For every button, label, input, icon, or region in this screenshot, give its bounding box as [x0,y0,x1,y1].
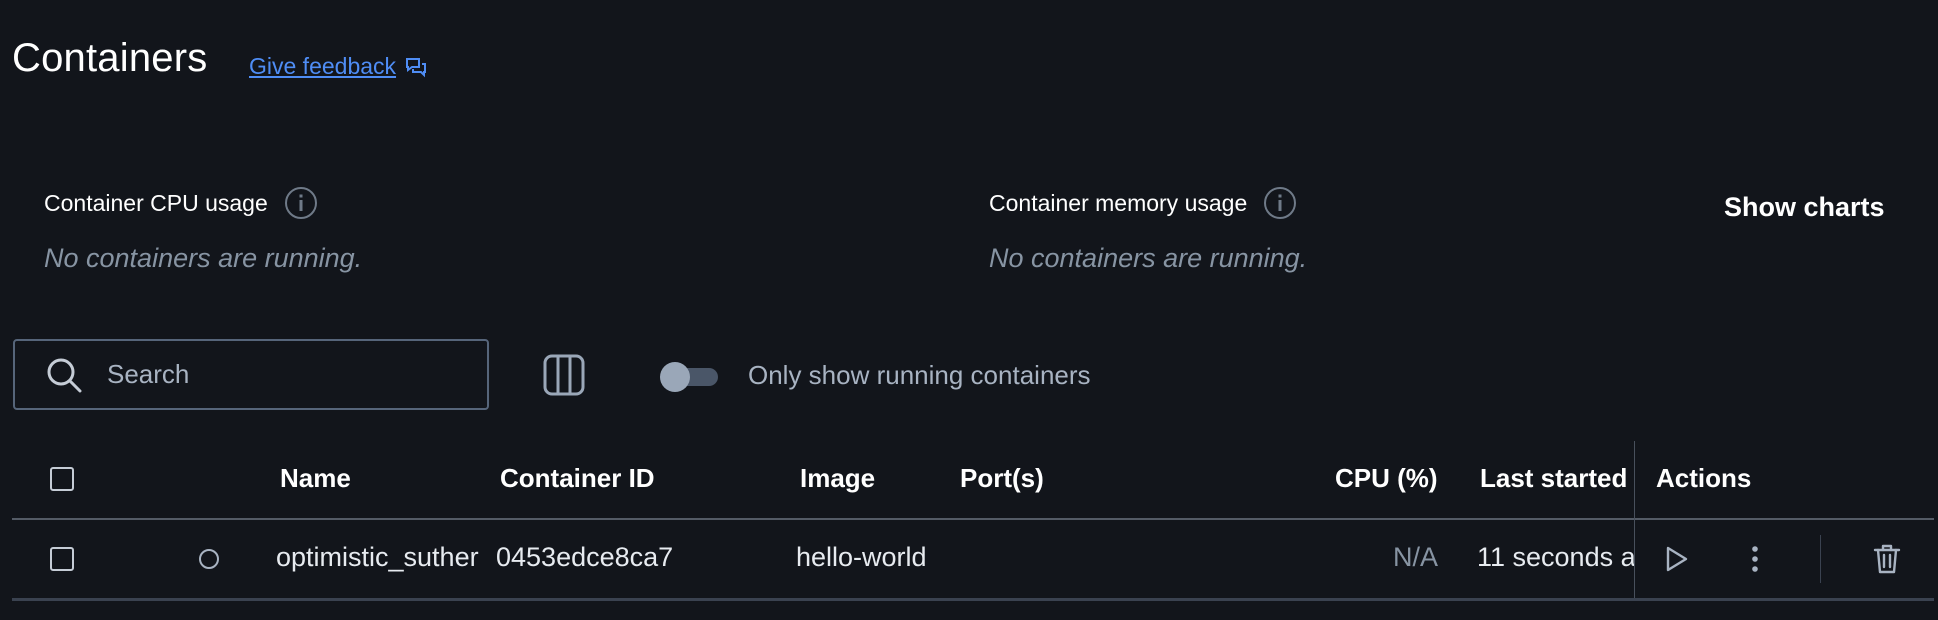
memory-usage-message: No containers are running. [989,243,1308,273]
cpu-usage-label: Container CPU usage [44,189,268,216]
cpu-usage-message: No containers are running. [44,243,363,273]
memory-usage-label: Container memory usage [989,189,1248,216]
column-header-ports[interactable]: Port(s) [960,463,1044,494]
cpu-cell: N/A [1393,542,1439,572]
give-feedback-link[interactable]: Give feedback [249,53,428,80]
chat-bubbles-icon[interactable] [404,55,428,79]
cpu-usage-heading: Container CPU usage [44,186,318,220]
container-name-link[interactable]: optimistic_sutherland [276,542,480,573]
info-icon[interactable] [284,186,318,220]
column-header-cpu[interactable]: CPU (%) [1335,463,1438,494]
table-header-divider [12,518,1934,520]
more-vertical-icon[interactable] [1743,544,1767,574]
containers-page: Containers Give feedback Container CPU u… [0,0,1938,620]
running-only-toggle[interactable] [660,362,720,392]
row-checkbox[interactable] [50,547,74,571]
actions-separator [1820,535,1821,583]
memory-usage-heading: Container memory usage [989,186,1297,220]
table-row-divider [12,598,1934,601]
trash-icon[interactable] [1872,543,1902,575]
play-icon[interactable] [1661,544,1691,574]
column-header-container-id[interactable]: Container ID [500,463,655,494]
actions-column-divider [1634,441,1635,600]
select-all-checkbox[interactable] [50,467,74,491]
give-feedback-label[interactable]: Give feedback [249,53,396,80]
columns-icon[interactable] [543,354,585,396]
search-input[interactable] [105,358,469,391]
column-header-name[interactable]: Name [280,463,351,494]
last-started-cell: 11 seconds ago [1477,542,1634,572]
column-header-last-started[interactable]: Last started [1480,463,1634,494]
search-icon [47,358,82,392]
search-field[interactable] [13,339,489,410]
toggle-knob[interactable] [660,362,690,392]
page-title: Containers [12,36,208,80]
show-charts-button[interactable]: Show charts [1724,192,1885,223]
info-icon[interactable] [1263,186,1297,220]
container-id[interactable]: 0453edce8ca7 [496,542,673,573]
status-indicator [199,549,219,569]
column-header-image[interactable]: Image [800,463,875,494]
image-link[interactable]: hello-world [796,542,927,573]
column-header-actions: Actions [1656,463,1752,493]
running-only-label: Only show running containers [748,360,1091,390]
